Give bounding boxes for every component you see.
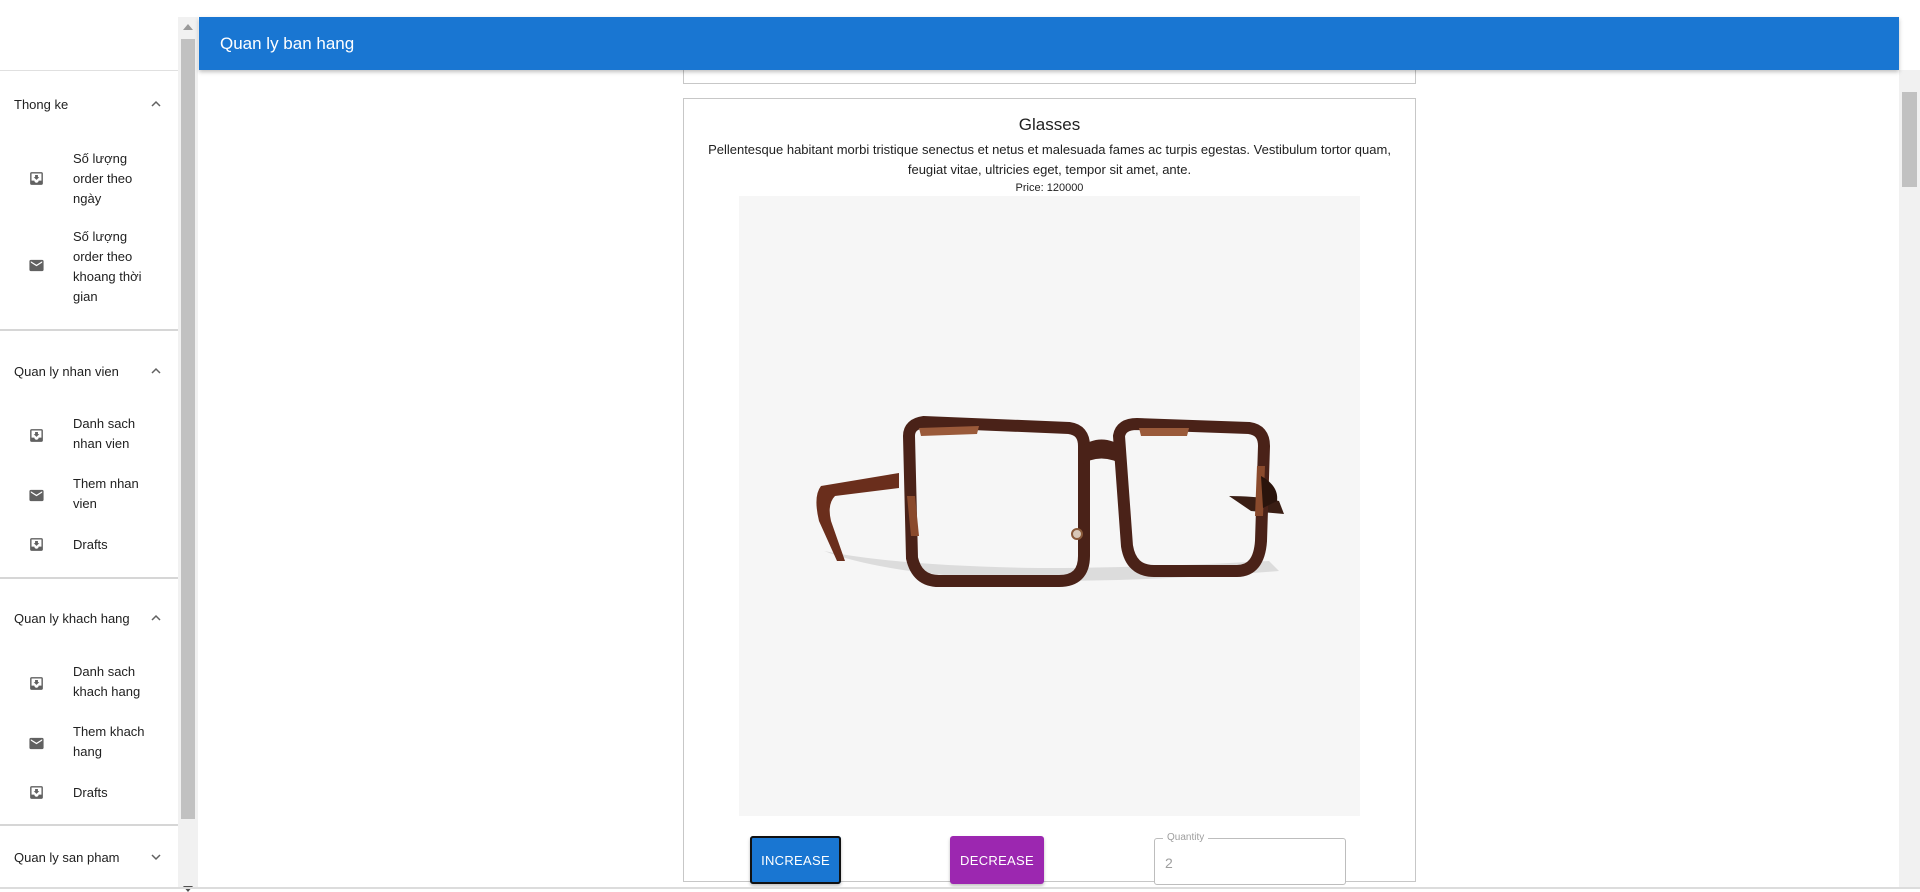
section-header-quan-ly-nhan-vien[interactable]: Quan ly nhan vien bbox=[0, 349, 178, 393]
chevron-up-icon bbox=[150, 365, 162, 377]
sidebar-top-divider bbox=[0, 70, 178, 71]
section-divider bbox=[0, 577, 178, 579]
sidebar-item-them-khach-hang[interactable]: Them khach hang bbox=[0, 720, 178, 766]
inbox-icon bbox=[28, 536, 45, 553]
sidebar-scrollbar[interactable] bbox=[178, 17, 198, 892]
section-header-quan-ly-san-pham[interactable]: Quan ly san pham bbox=[0, 835, 178, 879]
page-scrollbar-thumb[interactable] bbox=[1902, 92, 1917, 187]
increase-button[interactable]: INCREASE bbox=[750, 836, 841, 884]
sidebar-item-label: Drafts bbox=[73, 785, 108, 800]
sidebar-item-label: Them khach hang bbox=[73, 724, 145, 759]
section-header-thong-ke[interactable]: Thong ke bbox=[0, 82, 178, 126]
quantity-field[interactable]: Quantity bbox=[1154, 832, 1346, 885]
section-title: Quan ly khach hang bbox=[14, 610, 130, 626]
sidebar-item-drafts[interactable]: Drafts bbox=[0, 532, 178, 558]
sidebar-item-them-nhan-vien[interactable]: Them nhan vien bbox=[0, 472, 178, 518]
sidebar-item-label: Số lượng order theo khoang thời gian bbox=[73, 229, 142, 304]
sidebar-scrollbar-thumb[interactable] bbox=[181, 39, 195, 819]
section-title: Thong ke bbox=[14, 96, 69, 112]
sidebar-drawer: Thong ke Số lượng order theo ngày Số lượ… bbox=[0, 0, 178, 889]
sidebar-item-label: Them nhan vien bbox=[73, 476, 139, 511]
decrease-button[interactable]: DECREASE bbox=[950, 836, 1044, 884]
sidebar-item-orders-by-day[interactable]: Số lượng order theo ngày bbox=[0, 146, 178, 212]
mail-icon bbox=[28, 487, 45, 504]
sidebar-item-label: Số lượng order theo ngày bbox=[73, 151, 133, 206]
section-header-quan-ly-khach-hang[interactable]: Quan ly khach hang bbox=[0, 596, 178, 640]
inbox-icon bbox=[28, 784, 45, 801]
sidebar-item-orders-by-period[interactable]: Số lượng order theo khoang thời gian bbox=[0, 225, 178, 309]
chevron-down-icon bbox=[150, 851, 162, 863]
chevron-up-icon bbox=[150, 612, 162, 624]
inbox-icon bbox=[28, 427, 45, 444]
sidebar-item-label: Danh sach nhan vien bbox=[73, 416, 136, 451]
glasses-image bbox=[739, 196, 1360, 816]
sidebar-item-label: Danh sach khach hang bbox=[73, 664, 141, 699]
quantity-input[interactable] bbox=[1165, 853, 1335, 873]
section-divider bbox=[0, 329, 178, 331]
page-scrollbar[interactable] bbox=[1899, 70, 1920, 889]
product-card: Glasses Pellentesque habitant morbi tris… bbox=[683, 98, 1416, 885]
sidebar-item-danh-sach-khach-hang[interactable]: Danh sach khach hang bbox=[0, 660, 178, 706]
app-bar: Quan ly ban hang bbox=[199, 17, 1899, 70]
inbox-icon bbox=[28, 170, 45, 187]
section-divider bbox=[0, 824, 178, 826]
scroll-up-arrow-icon[interactable] bbox=[183, 24, 193, 30]
main-content: Glasses Pellentesque habitant morbi tris… bbox=[199, 17, 1899, 889]
chevron-up-icon bbox=[150, 98, 162, 110]
mail-icon bbox=[28, 257, 45, 274]
product-price: Price: 120000 bbox=[1015, 182, 1084, 194]
sidebar-item-label: Drafts bbox=[73, 537, 108, 552]
sidebar-item-danh-sach-nhan-vien[interactable]: Danh sach nhan vien bbox=[0, 412, 178, 458]
app-title: Quan ly ban hang bbox=[220, 33, 355, 53]
product-name: Glasses bbox=[1018, 115, 1081, 134]
sidebar-item-drafts[interactable]: Drafts bbox=[0, 780, 178, 806]
section-title: Quan ly san pham bbox=[14, 849, 120, 865]
mail-icon bbox=[28, 735, 45, 752]
quantity-label: Quantity bbox=[1163, 832, 1209, 843]
browser-top-strip bbox=[0, 0, 1920, 17]
section-title: Quan ly nhan vien bbox=[14, 363, 119, 379]
inbox-icon bbox=[28, 675, 45, 692]
product-description: Pellentesque habitant morbi tristique se… bbox=[708, 142, 1391, 177]
